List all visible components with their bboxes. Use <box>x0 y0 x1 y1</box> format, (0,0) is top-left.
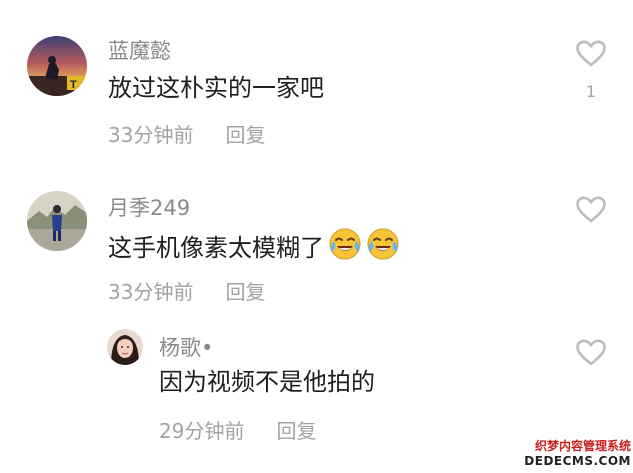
avatar[interactable] <box>27 191 87 251</box>
person-outdoor-avatar <box>27 191 87 251</box>
sunset-photo-avatar: T <box>27 36 87 96</box>
watermark-title: 织梦内容管理系统 <box>534 439 631 453</box>
reply-button[interactable]: 回复 <box>276 418 316 444</box>
watermark: 织梦内容管理系统 DEDECMS.COM <box>521 439 631 469</box>
timestamp: 29分钟前 <box>159 419 245 443</box>
username[interactable]: 杨歌• <box>159 335 213 361</box>
watermark-domain: DEDECMS.COM <box>524 454 631 468</box>
reply-button[interactable]: 回复 <box>225 279 265 305</box>
crying-laughing-emoji <box>366 227 400 268</box>
avatar[interactable] <box>107 329 143 365</box>
username[interactable]: 蓝魔懿 <box>108 38 171 64</box>
comment-text-body: 这手机像素太模糊了 <box>108 233 324 262</box>
like-button[interactable] <box>569 339 613 366</box>
comment-text: 放过这朴实的一家吧 <box>108 73 324 103</box>
comment-text-body: 因为视频不是他拍的 <box>159 368 375 396</box>
crying-laughing-emoji <box>328 227 362 268</box>
svg-text:T: T <box>70 79 77 91</box>
comment-meta: 29分钟前 回复 <box>159 418 316 444</box>
heart-icon <box>576 339 606 366</box>
comment-text-body: 放过这朴实的一家吧 <box>108 74 324 102</box>
reply-button[interactable]: 回复 <box>225 122 265 148</box>
comment-text: 这手机像素太模糊了 <box>108 227 400 268</box>
like-button[interactable]: 1 <box>569 40 613 101</box>
avatar[interactable]: T <box>27 36 87 96</box>
comment-text: 因为视频不是他拍的 <box>159 367 375 397</box>
woman-portrait-avatar <box>107 329 143 365</box>
like-count: 1 <box>585 82 597 101</box>
heart-icon <box>576 40 606 67</box>
username[interactable]: 月季249 <box>108 195 190 221</box>
heart-icon <box>576 196 606 223</box>
comment-meta: 33分钟前 回复 <box>108 279 265 305</box>
comment-meta: 33分钟前 回复 <box>108 122 265 148</box>
timestamp: 33分钟前 <box>108 123 194 147</box>
like-button[interactable] <box>569 196 613 223</box>
timestamp: 33分钟前 <box>108 280 194 304</box>
